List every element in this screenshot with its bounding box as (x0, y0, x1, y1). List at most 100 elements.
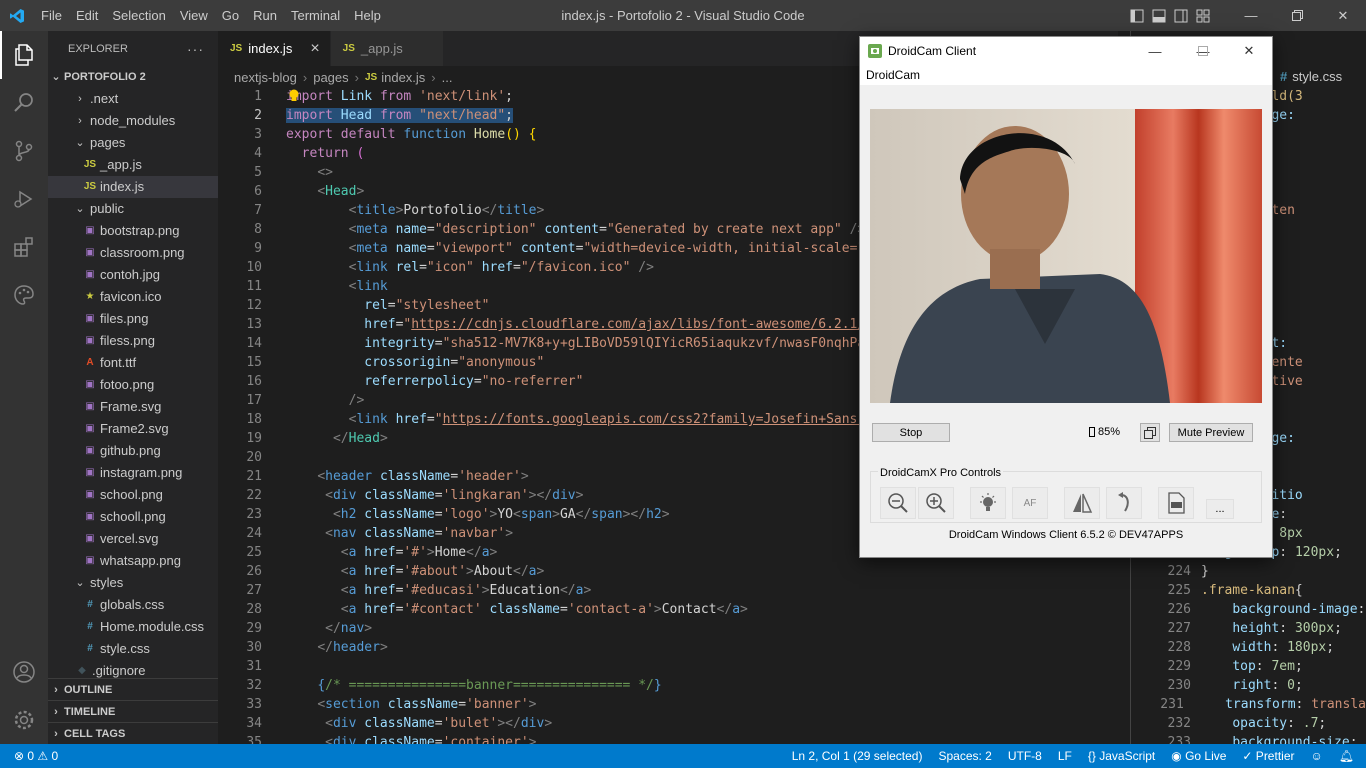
img-file-icon: ▣ (85, 269, 95, 280)
css-file-icon: # (1280, 69, 1288, 84)
manage-gear-icon[interactable] (0, 696, 48, 744)
tab-index-js[interactable]: JS index.js × (218, 31, 331, 66)
line-ending[interactable]: LF (1050, 744, 1080, 768)
restore-button[interactable] (1274, 0, 1320, 31)
lightbulb-icon[interactable] (288, 89, 300, 106)
breadcrumb-item[interactable]: index.js (381, 70, 425, 85)
menu-bar: File Edit Selection View Go Run Terminal Help (34, 0, 388, 31)
file-item[interactable]: ▣ vercel.svg (48, 528, 218, 550)
file-item[interactable]: # Home.module.css (48, 616, 218, 638)
mute-preview-button[interactable]: Mute Preview (1169, 423, 1253, 442)
chevron-right-icon: › (78, 115, 82, 127)
mirror-icon[interactable] (1064, 487, 1100, 519)
more-actions-icon[interactable]: ··· (187, 41, 204, 57)
toggle-sidebar-icon[interactable] (1126, 0, 1148, 31)
file-item[interactable]: JS index.js (48, 176, 218, 198)
menu-view[interactable]: View (173, 0, 215, 31)
folder-item[interactable]: ⌄ styles (48, 572, 218, 594)
file-item[interactable]: ▣ whatsapp.png (48, 550, 218, 572)
toggle-panel-icon[interactable] (1148, 0, 1170, 31)
right-tab[interactable]: # style.css (1280, 66, 1342, 88)
menu-terminal[interactable]: Terminal (284, 0, 347, 31)
notifications-bell-icon[interactable]: 🔔︎ (1331, 744, 1366, 768)
file-item[interactable]: # style.css (48, 638, 218, 660)
close-window-button[interactable]: ✕ (1320, 0, 1366, 31)
outline-section[interactable]: › OUTLINE (48, 678, 218, 700)
problems-indicator[interactable]: ⊗ 0 ⚠ 0 (0, 744, 66, 768)
file-item[interactable]: ▣ filess.png (48, 330, 218, 352)
close-tab-icon[interactable]: × (310, 40, 319, 58)
breadcrumb-item[interactable]: pages (313, 70, 348, 85)
save-jpg-icon[interactable] (1158, 487, 1194, 519)
window-toggle-button[interactable] (1140, 423, 1160, 442)
search-icon[interactable] (0, 79, 48, 127)
toggle-secondary-sidebar-icon[interactable] (1170, 0, 1192, 31)
folder-item[interactable]: › node_modules (48, 110, 218, 132)
tree-item-label: node_modules (90, 113, 176, 128)
tab-app-js[interactable]: JS _app.js (330, 31, 444, 66)
file-item[interactable]: Afont.ttf (48, 352, 218, 374)
source-control-icon[interactable] (0, 127, 48, 175)
file-item[interactable]: ▣ classroom.png (48, 242, 218, 264)
flash-lightbulb-icon[interactable] (970, 487, 1006, 519)
encoding[interactable]: UTF-8 (1000, 744, 1050, 768)
droidcam-menu[interactable]: DroidCam (860, 65, 1272, 85)
rotate-icon[interactable] (1106, 487, 1142, 519)
file-item[interactable]: ▣ school.png (48, 484, 218, 506)
language-mode[interactable]: {} JavaScript (1080, 744, 1163, 768)
project-root[interactable]: ⌄ PORTOFOLIO 2 (48, 66, 218, 88)
battery-level: 85% (1098, 426, 1121, 438)
stop-button[interactable]: Stop (872, 423, 950, 442)
zoom-in-icon[interactable] (918, 487, 954, 519)
code-text: opacity: .7; (1232, 716, 1327, 731)
indentation[interactable]: Spaces: 2 (930, 744, 999, 768)
droidcam-minimize[interactable]: — (1132, 37, 1178, 65)
menu-file[interactable]: File (34, 0, 69, 31)
prettier-status[interactable]: ✓ Prettier (1234, 744, 1302, 768)
palette-icon[interactable] (0, 271, 48, 319)
file-item[interactable]: ▣ Frame.svg (48, 396, 218, 418)
breadcrumb-item[interactable]: nextjs-blog (234, 70, 297, 85)
go-live-button[interactable]: ◉ Go Live (1163, 744, 1234, 768)
file-item[interactable]: ▣ github.png (48, 440, 218, 462)
code-line: 32 {/* ===============banner============… (218, 676, 1118, 695)
cell-tags-section[interactable]: › CELL TAGS (48, 722, 218, 744)
timeline-section[interactable]: › TIMELINE (48, 700, 218, 722)
file-item[interactable]: ▣ fotoo.png (48, 374, 218, 396)
code-text: integrity="sha512-MV7K8+y+gLIBoVD59lQIYi… (364, 336, 874, 351)
code-text: <header className='header'> (317, 469, 529, 484)
account-icon[interactable] (0, 648, 48, 696)
zoom-out-icon[interactable] (880, 487, 916, 519)
droidcam-close[interactable]: ✕ (1226, 37, 1272, 65)
more-options-button[interactable]: ... (1206, 499, 1234, 519)
file-item[interactable]: ★ favicon.ico (48, 286, 218, 308)
file-item[interactable]: ▣ instagram.png (48, 462, 218, 484)
cursor-position[interactable]: Ln 2, Col 1 (29 selected) (784, 744, 931, 768)
file-item[interactable]: ▣ schooll.png (48, 506, 218, 528)
file-item[interactable]: JS _app.js (48, 154, 218, 176)
minimize-button[interactable]: — (1228, 0, 1274, 31)
feedback-icon[interactable]: ☺ (1303, 744, 1331, 768)
file-item[interactable]: ▣ Frame2.svg (48, 418, 218, 440)
folder-item[interactable]: ⌄ pages (48, 132, 218, 154)
file-item[interactable]: # globals.css (48, 594, 218, 616)
folder-item[interactable]: › .next (48, 88, 218, 110)
menu-go[interactable]: Go (215, 0, 246, 31)
extensions-icon[interactable] (0, 223, 48, 271)
menu-edit[interactable]: Edit (69, 0, 105, 31)
line-number: 12 (246, 298, 262, 313)
run-debug-icon[interactable] (0, 175, 48, 223)
breadcrumb-item[interactable]: ... (442, 70, 453, 85)
droidcam-maximize[interactable] (1180, 37, 1226, 65)
timeline-label: TIMELINE (64, 705, 116, 718)
folder-item[interactable]: ⌄ public (48, 198, 218, 220)
menu-run[interactable]: Run (246, 0, 284, 31)
menu-selection[interactable]: Selection (105, 0, 172, 31)
explorer-icon[interactable] (0, 31, 48, 79)
file-item[interactable]: ▣ files.png (48, 308, 218, 330)
customize-layout-icon[interactable] (1192, 0, 1214, 31)
file-item[interactable]: ▣ contoh.jpg (48, 264, 218, 286)
file-item[interactable]: ▣ bootstrap.png (48, 220, 218, 242)
autofocus-button[interactable]: AF (1012, 487, 1048, 519)
menu-help[interactable]: Help (347, 0, 388, 31)
